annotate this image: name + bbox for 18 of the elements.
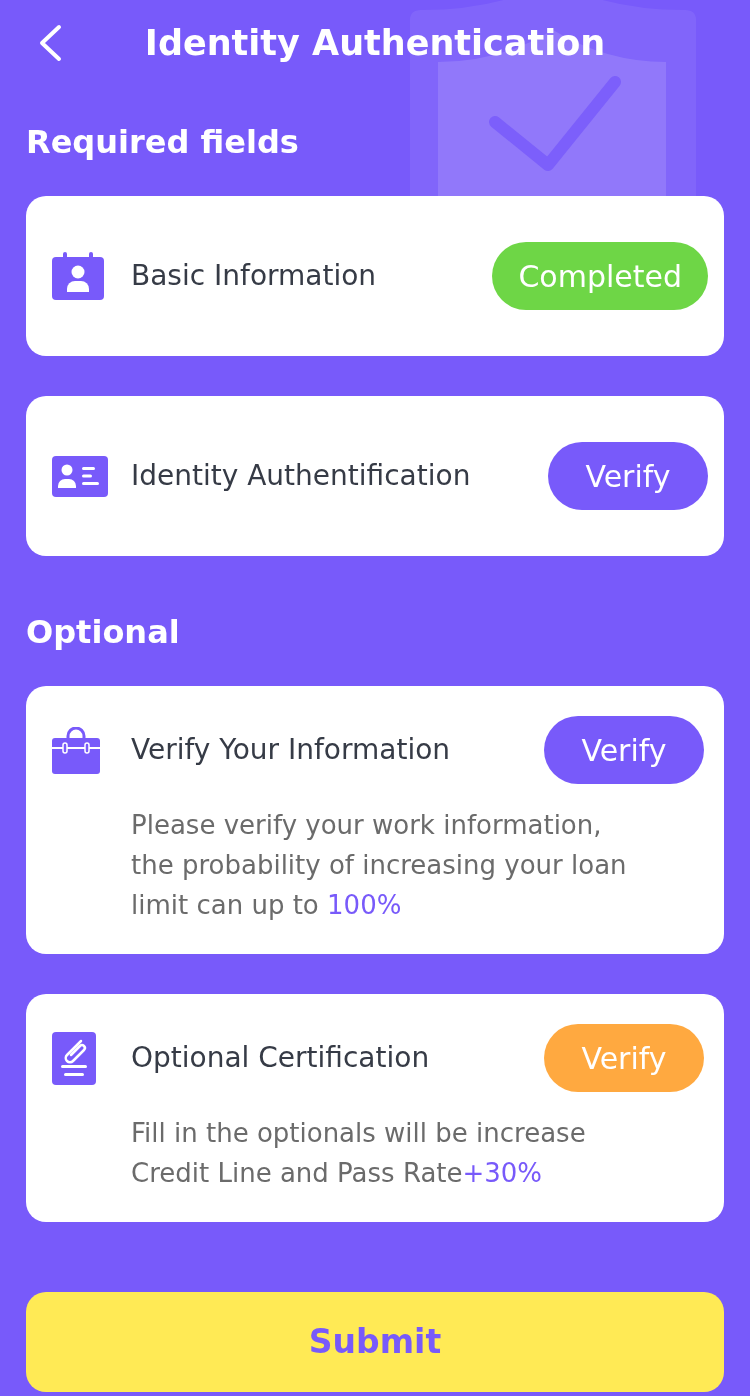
card-title: Optional Certification xyxy=(131,1040,431,1076)
card-title: Verify Your Information xyxy=(131,732,452,768)
action-button[interactable]: Verify xyxy=(548,442,708,510)
action-button[interactable]: Verify xyxy=(544,716,704,784)
submit-button[interactable]: Submit xyxy=(26,1292,724,1392)
section-heading: Required fields xyxy=(26,122,300,163)
id-card-icon xyxy=(52,455,108,497)
description-text: Fill in the optionals will be increase Credit Line and Pass Rate+30% xyxy=(131,1117,587,1190)
description-text: Please verify your work information, the probability of increasing your loan limit can up to 100% xyxy=(131,809,628,922)
back-chevron-icon xyxy=(38,24,62,62)
card-title: Identity Authentification xyxy=(131,458,472,494)
briefcase-icon xyxy=(52,726,100,774)
id-badge-icon xyxy=(52,252,104,300)
section-heading: Optional xyxy=(26,612,181,653)
action-button[interactable]: Verify xyxy=(544,1024,704,1092)
page-title: Identity Authentication xyxy=(144,22,606,65)
card-title: Basic Information xyxy=(131,258,378,294)
paperclip-document-icon xyxy=(52,1031,96,1085)
